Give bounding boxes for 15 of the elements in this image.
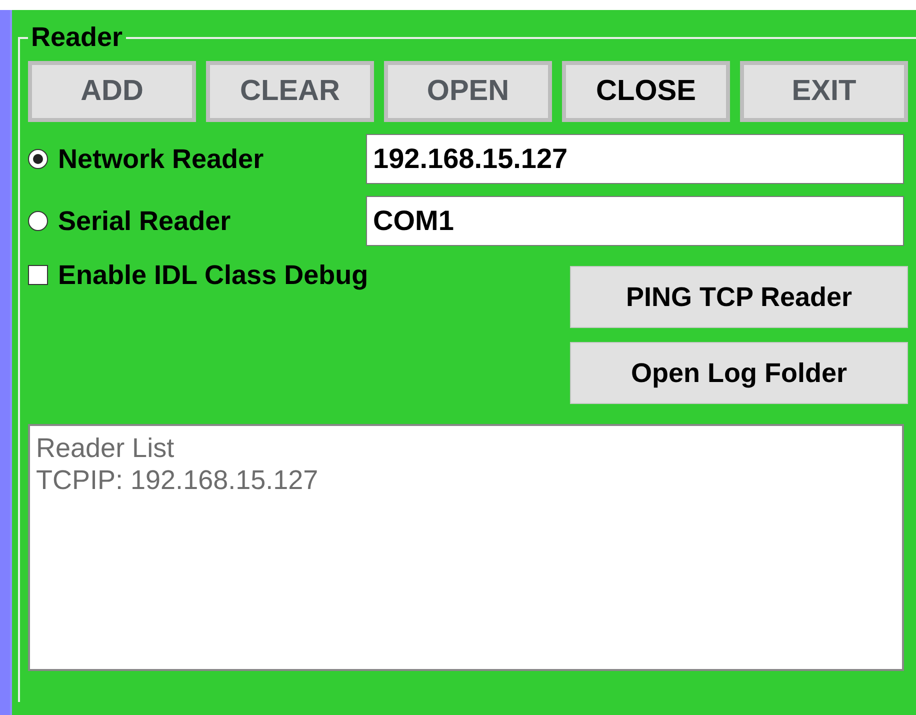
group-title: Reader <box>30 22 124 53</box>
reader-list-box[interactable]: Reader List TCPIP: 192.168.15.127 <box>28 424 904 671</box>
list-item: TCPIP: 192.168.15.127 <box>36 464 320 496</box>
radio-button[interactable] <box>28 149 48 169</box>
radio-label[interactable]: Serial Reader <box>58 206 231 236</box>
radio-label[interactable]: Network Reader <box>58 144 264 174</box>
list-item: Reader List <box>36 432 176 464</box>
checkbox-label[interactable]: Enable IDL Class Debug <box>58 260 368 290</box>
toolbar-button[interactable]: CLOSE <box>562 61 730 122</box>
checkbox[interactable] <box>28 265 48 285</box>
radio-button[interactable] <box>28 211 48 231</box>
action-button[interactable]: PING TCP Reader <box>570 266 908 328</box>
action-button[interactable]: Open Log Folder <box>570 342 908 404</box>
input-field[interactable]: COM1 <box>366 196 904 246</box>
input-field[interactable]: 192.168.15.127 <box>366 134 904 184</box>
